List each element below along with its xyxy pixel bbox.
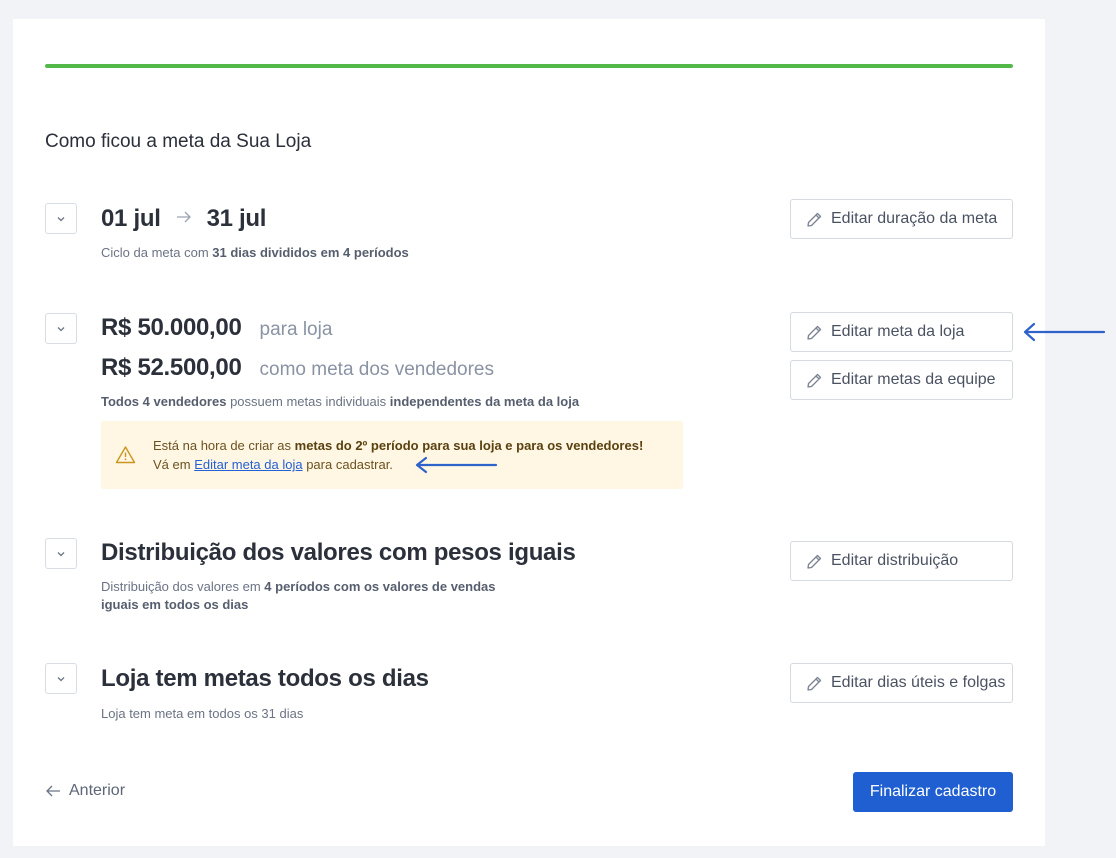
edit-duration-button[interactable]: Editar duração da meta — [790, 199, 1013, 239]
period-alert: Está na hora de criar as metas do 2º per… — [101, 421, 683, 489]
store-goal-label: para loja — [259, 319, 333, 340]
finish-registration-button[interactable]: Finalizar cadastro — [853, 772, 1013, 812]
arrow-right-icon — [175, 210, 193, 229]
annotation-arrow-icon — [415, 456, 498, 474]
duration-toggle-button[interactable] — [45, 203, 77, 234]
goals-toggle-button[interactable] — [45, 313, 77, 344]
arrow-left-icon — [46, 785, 60, 797]
edit-work-days-label: Editar dias úteis e folgas — [831, 674, 1006, 691]
distribution-toggle-button[interactable] — [45, 538, 77, 569]
sellers-goal-line: R$ 52.500,00 como meta dos vendedores — [101, 354, 494, 382]
duration-description: Ciclo da meta com 31 dias divididos em 4… — [101, 245, 409, 260]
main-card: Como ficou a meta da Sua Loja 01 jul 31 … — [13, 19, 1045, 846]
days-toggle-button[interactable] — [45, 663, 77, 694]
progress-fill — [45, 64, 1013, 68]
chevron-down-icon — [57, 326, 65, 331]
page-title: Como ficou a meta da Sua Loja — [45, 131, 312, 152]
pencil-icon — [807, 325, 822, 340]
sellers-goal-value: R$ 52.500,00 — [101, 354, 242, 381]
previous-label: Anterior — [69, 782, 126, 799]
duration-start: 01 jul — [101, 205, 161, 232]
edit-store-goal-label: Editar meta da loja — [831, 323, 965, 340]
pencil-icon — [807, 212, 822, 227]
edit-store-goal-link[interactable]: Editar meta da loja — [194, 457, 302, 472]
goals-description: Todos 4 vendedores possuem metas individ… — [101, 394, 580, 409]
edit-duration-label: Editar duração da meta — [831, 210, 998, 227]
chevron-down-icon — [57, 216, 65, 221]
pencil-icon — [807, 676, 822, 691]
edit-team-goals-label: Editar metas da equipe — [831, 371, 996, 388]
pencil-icon — [807, 554, 822, 569]
edit-distribution-button[interactable]: Editar distribuição — [790, 541, 1013, 581]
edit-work-days-button[interactable]: Editar dias úteis e folgas — [790, 663, 1013, 703]
edit-team-goals-button[interactable]: Editar metas da equipe — [790, 360, 1013, 400]
store-goal-line: R$ 50.000,00 para loja — [101, 314, 332, 342]
store-goal-value: R$ 50.000,00 — [101, 314, 242, 341]
days-description: Loja tem meta em todos os 31 dias — [101, 706, 304, 721]
edit-distribution-label: Editar distribuição — [831, 552, 959, 569]
edit-store-goal-button[interactable]: Editar meta da loja — [790, 312, 1013, 352]
duration-end: 31 jul — [206, 205, 267, 232]
distribution-description: Distribuição dos valores em 4 períodos c… — [101, 579, 496, 612]
alert-line-2: Vá em Editar meta da loja para cadastrar… — [153, 457, 393, 472]
pencil-icon — [807, 373, 822, 388]
alert-line-1: Está na hora de criar as metas do 2º per… — [153, 438, 644, 453]
chevron-down-icon — [57, 676, 65, 681]
days-title: Loja tem metas todos os dias — [101, 665, 429, 692]
previous-button[interactable]: Anterior — [45, 782, 125, 800]
distribution-title: Distribuição dos valores com pesos iguai… — [101, 539, 576, 566]
progress-bar — [45, 64, 1013, 68]
annotation-arrow-icon — [1023, 322, 1106, 342]
chevron-down-icon — [57, 551, 65, 556]
warning-icon — [115, 446, 136, 464]
sellers-goal-label: como meta dos vendedores — [259, 359, 494, 380]
duration-range: 01 jul 31 jul — [101, 205, 266, 233]
